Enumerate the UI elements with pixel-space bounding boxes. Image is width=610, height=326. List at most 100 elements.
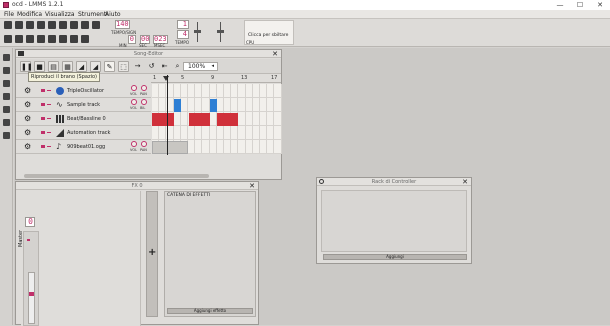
gear-icon[interactable]: ⚙ [24,115,31,123]
grid-cell[interactable] [195,126,203,140]
song-editor-toggle-icon[interactable] [4,35,12,43]
grid-cell[interactable] [224,126,232,140]
gear-icon[interactable]: ⚙ [24,129,31,137]
grid-cell[interactable] [267,140,275,154]
my-samples-icon[interactable] [3,80,10,87]
play-button[interactable]: ❚❚ [20,61,33,72]
grid-cell[interactable] [238,140,246,154]
instrument-plugins-icon[interactable] [3,54,10,61]
project-notes-toggle-icon[interactable] [70,35,78,43]
track-name[interactable]: Sample track [67,102,100,108]
master-pitch-handle[interactable] [217,30,224,33]
grid-cell[interactable] [238,98,246,112]
add-effect-button[interactable]: Aggiungi effetto [167,308,253,314]
solo-toggle[interactable] [47,146,51,147]
menu-strumenti[interactable]: Strumenti [78,11,108,18]
grid-cell[interactable] [195,98,203,112]
grid-cell[interactable] [274,126,282,140]
my-presets-icon[interactable] [3,93,10,100]
grid-cell[interactable] [267,98,275,112]
track-row[interactable]: ⚙ Automation track [16,126,151,140]
volume-knob[interactable] [131,99,137,105]
grid-cell[interactable] [274,98,282,112]
menu-modifica[interactable]: Modifica [17,11,42,18]
grid-cell[interactable] [216,84,224,98]
metronome-icon[interactable] [92,21,100,29]
grid-cell[interactable] [173,84,181,98]
zoom-select[interactable]: 100% ◂ [183,62,218,71]
minimize-button[interactable]: — [550,0,570,10]
mute-led[interactable] [27,239,30,241]
volume-fader-handle[interactable] [29,292,34,296]
mute-toggle[interactable] [41,89,45,92]
solo-toggle[interactable] [47,104,51,105]
grid-cell[interactable] [231,126,239,140]
menu-file[interactable]: File [4,11,14,18]
fx-mixer-toggle-icon[interactable] [48,35,56,43]
track-name[interactable]: Beat/Bassline 0 [67,116,106,122]
grid-cell[interactable] [245,84,253,98]
grid-cell[interactable] [238,126,246,140]
grid-cell[interactable] [216,140,224,154]
grid-cell[interactable] [202,126,210,140]
track-name[interactable]: TripleOscillator [67,88,104,94]
piano-roll-toggle-icon[interactable] [26,35,34,43]
grid-cell[interactable] [202,140,210,154]
pan-knob[interactable] [141,99,147,105]
song-editor-close-icon[interactable]: ✕ [272,50,278,58]
track-name[interactable]: 909beat01.ogg [67,144,105,150]
mute-toggle[interactable] [41,145,45,148]
grid-cell[interactable] [188,140,196,154]
volume-fader[interactable] [28,272,35,324]
grid-cell[interactable] [152,98,160,112]
grid-cell[interactable] [216,126,224,140]
grid-cell[interactable] [267,84,275,98]
track-name[interactable]: Automation track [67,130,110,136]
pan-knob[interactable] [141,85,147,91]
edit-mode-button[interactable]: ⬚ [118,61,129,72]
fx-channel-master[interactable]: 0 Master [18,191,141,326]
grid-cell[interactable] [159,84,167,98]
time-sig-numerator[interactable]: 1 [177,20,189,29]
grid-cell[interactable] [274,84,282,98]
root-directory-icon[interactable] [3,119,10,126]
solo-toggle[interactable] [47,118,51,119]
grid-cell[interactable] [260,98,268,112]
grid-cell[interactable] [180,98,188,112]
grid-cell[interactable] [252,112,260,126]
computer-icon[interactable] [3,132,10,139]
new-project-icon[interactable] [4,21,12,29]
gear-icon[interactable]: ⚙ [24,143,31,151]
draw-mode-button[interactable]: ✎ [104,61,115,72]
mute-toggle[interactable] [41,117,45,120]
add-channel-button[interactable]: + [146,191,158,317]
automation-editor-toggle-icon[interactable] [37,35,45,43]
template-icon[interactable] [15,21,23,29]
volume-knob[interactable] [131,85,137,91]
grid-cell[interactable] [267,112,275,126]
channel-strip[interactable]: Master [18,230,39,326]
grid-cell[interactable] [216,98,224,112]
grid-cell[interactable] [188,84,196,98]
volume-knob[interactable] [131,141,137,147]
controller-rack-toggle-icon[interactable] [59,35,67,43]
horizontal-scrollbar[interactable] [24,174,209,178]
beat-pattern[interactable] [189,113,210,126]
grid-cell[interactable] [231,140,239,154]
maximize-button[interactable]: ☐ [570,0,590,10]
grid-cell[interactable] [173,112,181,126]
loop-points-button[interactable]: ↺ [146,61,157,72]
grid-cell[interactable] [274,140,282,154]
recent-projects-icon[interactable] [37,21,45,29]
beat-pattern[interactable] [152,113,174,126]
export-icon[interactable] [59,21,67,29]
add-sample-track-button[interactable]: ◢ [76,61,87,72]
grid-cell[interactable] [245,112,253,126]
grid-cell[interactable] [224,84,232,98]
mute-toggle[interactable] [41,103,45,106]
gear-icon[interactable]: ⚙ [24,87,31,95]
gear-icon[interactable]: ⚙ [24,101,31,109]
sample-clip[interactable] [174,99,181,112]
fx-mixer-close-icon[interactable]: ✕ [249,182,255,190]
grid-cell[interactable] [252,126,260,140]
